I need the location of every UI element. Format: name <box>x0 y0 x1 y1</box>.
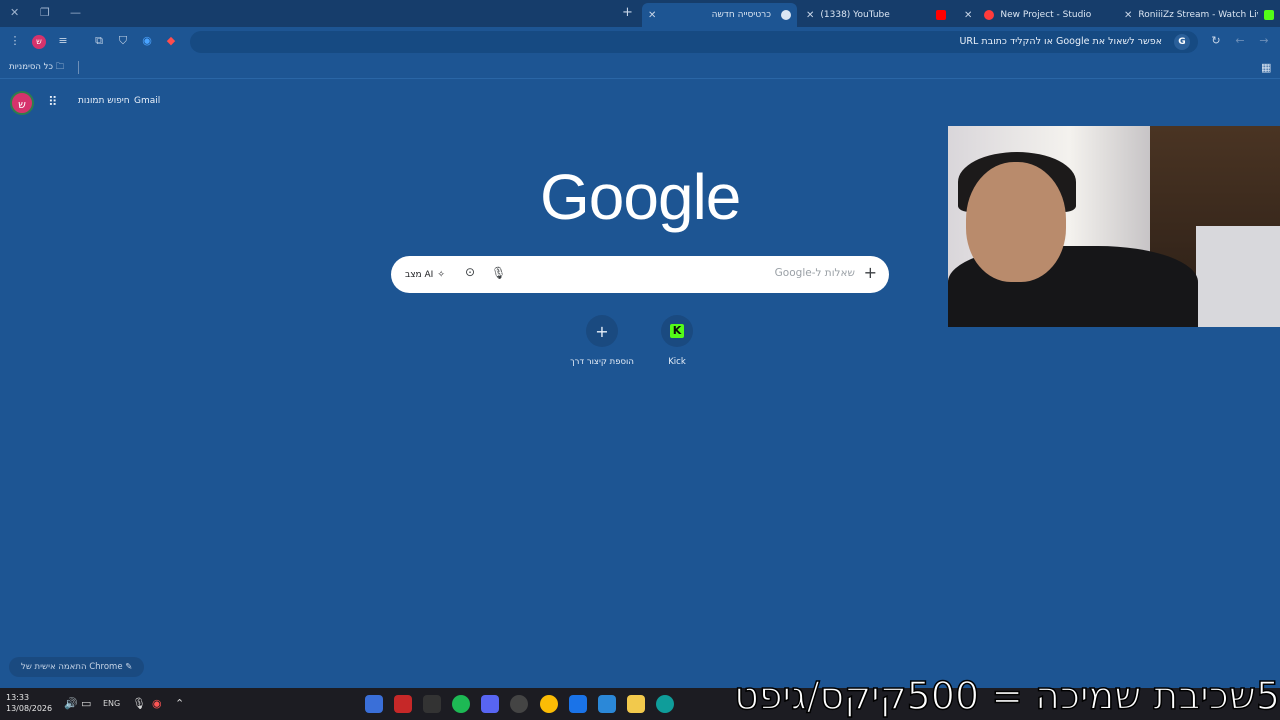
chrome-taskbar-icon[interactable] <box>540 695 558 713</box>
tab-new-tab[interactable]: ✕ כרטיסייה חדשה <box>642 3 797 27</box>
shortcut-label: Kick <box>668 357 686 367</box>
back-icon[interactable]: ← <box>1233 34 1247 47</box>
tray-app-icon[interactable]: ◉ <box>152 697 162 710</box>
all-bookmarks-label: כל הסימניות <box>9 62 53 72</box>
tab-label: New Project - Studio <box>1000 10 1092 20</box>
address-bar[interactable]: אפשר לשאול את Google או להקליד כתובת URL… <box>190 31 1198 53</box>
reload-icon[interactable]: ↻ <box>1209 34 1223 47</box>
bookmarks-separator <box>78 61 79 74</box>
volume-icon[interactable]: 🔊 <box>64 697 78 710</box>
ai-mode-button[interactable]: מצב AI ✧ <box>399 263 451 286</box>
minimize-window-icon[interactable]: — <box>70 6 81 19</box>
new-tab-button[interactable]: + <box>622 5 633 20</box>
microphone-tray-icon[interactable]: 🎙 <box>132 697 146 710</box>
close-tab-icon[interactable]: ✕ <box>806 10 814 21</box>
address-bar-placeholder: אפשר לשאול את Google או להקליד כתובת URL <box>959 36 1162 47</box>
tab-label: RoniiiZz Stream - Watch Live on <box>1138 10 1258 20</box>
show-hidden-icons-chevron[interactable]: ⌃ <box>175 697 184 710</box>
discord-icon[interactable] <box>481 695 499 713</box>
tab-studio[interactable]: ✕ New Project - Studio <box>958 3 1115 27</box>
tab-strip: ✕ ❐ — + ✕ כרטיסייה חדשה ✕ (1338) YouTube… <box>0 0 1280 27</box>
apps-grid-icon[interactable]: ▦ <box>1261 61 1271 74</box>
clock-date: 13/08/2026 <box>6 704 53 713</box>
taskbar-app-icon[interactable] <box>423 695 441 713</box>
all-bookmarks-button[interactable]: כל הסימניות 🗀 <box>9 61 64 75</box>
taskbar-app-icon[interactable] <box>394 695 412 713</box>
stream-overlay-text: 5שכיבת שמיכה = 500קיקס/גיפט <box>733 673 1280 719</box>
gmail-link[interactable]: Gmail <box>134 96 160 106</box>
extension-red-icon[interactable]: ◆ <box>164 34 178 47</box>
tab-label: כרטיסייה חדשה <box>711 10 771 20</box>
edge-icon[interactable] <box>656 695 674 713</box>
spotify-icon[interactable] <box>452 695 470 713</box>
sparkle-search-icon: ✧ <box>437 269 445 280</box>
shortcut-kick[interactable]: K Kick <box>637 315 717 367</box>
google-g-icon: G <box>1174 34 1190 50</box>
ai-mode-label: מצב AI <box>405 269 434 280</box>
kick-icon <box>1264 10 1274 20</box>
restore-window-icon[interactable]: ❐ <box>40 6 50 19</box>
clock[interactable]: 13:33 13/08/2026 <box>6 692 52 714</box>
shortcut-label: הוספת קיצור דרך <box>570 357 634 367</box>
profile-avatar-icon[interactable]: ש <box>32 35 46 49</box>
customize-chrome-button[interactable]: התאמה אישית של Chrome ✎ <box>9 657 145 677</box>
google-logo: Google <box>540 161 741 233</box>
kick-icon: K <box>670 324 684 338</box>
reading-list-icon[interactable]: ≡ <box>56 34 70 47</box>
taskbar-app-icon[interactable] <box>365 695 383 713</box>
shortcut-add[interactable]: + הוספת קיצור דרך <box>562 315 642 367</box>
close-tab-icon[interactable]: ✕ <box>964 10 972 21</box>
shield-icon[interactable]: ⛉ <box>116 34 130 48</box>
chrome-icon <box>781 10 791 20</box>
menu-icon[interactable]: ⋮ <box>8 34 22 47</box>
tab-label: (1338) YouTube <box>820 10 890 20</box>
language-indicator[interactable]: ENG <box>103 699 120 708</box>
webcam-overlay <box>948 126 1280 327</box>
extensions-icon[interactable]: ⧉ <box>92 34 106 48</box>
search-box[interactable]: שאלות ל-Google + 🎙 ⊙ מצב AI ✧ <box>391 256 889 293</box>
search-placeholder: שאלות ל-Google <box>774 267 855 279</box>
webcam-person-face <box>966 162 1066 282</box>
google-lens-icon[interactable]: ⊙ <box>465 265 475 279</box>
account-avatar[interactable]: ש <box>10 91 34 115</box>
folder-icon: 🗀 <box>55 62 65 72</box>
toolbar: ⋮ ש ≡ ⧉ ⛉ ◉ ◆ אפשר לשאול את Google או לה… <box>0 27 1280 57</box>
close-tab-icon[interactable]: ✕ <box>1124 10 1132 21</box>
cast-icon[interactable]: ◉ <box>140 34 154 47</box>
close-window-icon[interactable]: ✕ <box>10 6 19 19</box>
shortcut-kick-tile: K <box>661 315 693 347</box>
store-icon[interactable] <box>598 695 616 713</box>
mail-icon[interactable] <box>569 695 587 713</box>
plus-icon[interactable]: + <box>864 263 877 282</box>
youtube-icon <box>936 10 946 20</box>
taskbar-app-icon[interactable] <box>510 695 528 713</box>
images-link[interactable]: חיפוש תמונות <box>78 96 130 106</box>
plus-icon: + <box>586 315 618 347</box>
tab-kick-stream[interactable]: ✕ RoniiiZz Stream - Watch Live on <box>1118 3 1280 27</box>
close-tab-icon[interactable]: ✕ <box>648 10 656 21</box>
google-apps-icon[interactable]: ⠿ <box>48 95 58 110</box>
forward-icon[interactable]: → <box>1257 34 1271 47</box>
tab-youtube[interactable]: ✕ (1338) YouTube <box>800 3 952 27</box>
pencil-icon: ✎ <box>125 662 133 672</box>
customize-label: התאמה אישית של Chrome <box>21 662 123 672</box>
file-explorer-icon[interactable] <box>627 695 645 713</box>
webcam-box <box>1196 226 1280 327</box>
microphone-icon[interactable]: 🎙 <box>491 266 506 280</box>
bookmarks-bar: כל הסימניות 🗀 ▦ <box>0 57 1280 79</box>
studio-icon <box>984 10 995 20</box>
clock-time: 13:33 <box>6 693 30 702</box>
network-icon[interactable]: ▭ <box>81 697 91 710</box>
